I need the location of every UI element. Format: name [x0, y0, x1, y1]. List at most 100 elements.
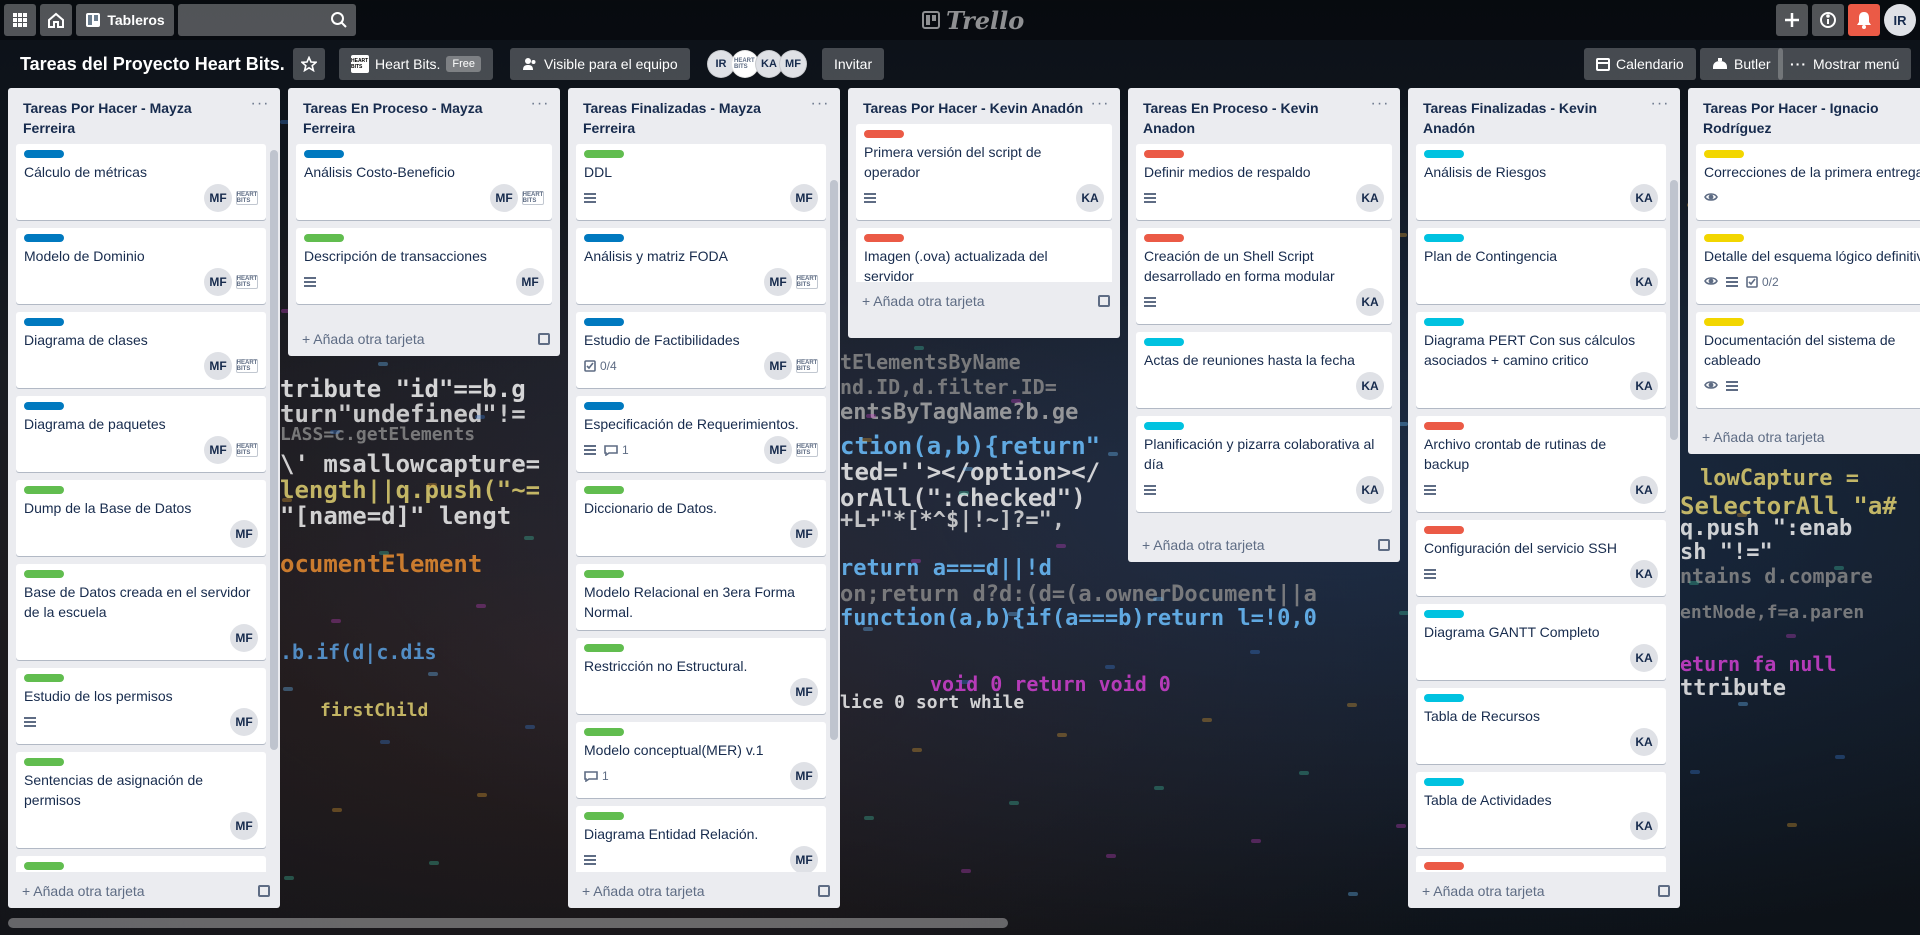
card-label[interactable]: [304, 234, 344, 242]
notifications-button[interactable]: [1848, 4, 1880, 36]
card[interactable]: Primera versión del script de operador KA: [856, 124, 1112, 220]
card-member-avatar[interactable]: MF: [764, 436, 792, 464]
list-title[interactable]: Tareas Por Hacer - Kevin Anadón: [848, 88, 1120, 124]
card[interactable]: Diagrama de paquetes MF HEART BITS: [16, 396, 266, 472]
card-label[interactable]: [304, 150, 344, 158]
card[interactable]: Base de Datos creada en el servidor de l…: [16, 564, 266, 660]
card-template-icon[interactable]: [258, 885, 270, 897]
card-member-avatar[interactable]: MF: [790, 846, 818, 872]
card-member-avatar[interactable]: KA: [1630, 476, 1658, 504]
card-member-avatar[interactable]: MF: [204, 184, 232, 212]
list-title[interactable]: Tareas En Proceso - Mayza Ferreira: [288, 88, 560, 144]
card[interactable]: Análisis de Riesgos KA: [1416, 144, 1666, 220]
apps-button[interactable]: [4, 4, 36, 36]
card-member-avatar[interactable]: KA: [1356, 184, 1384, 212]
card-member-avatar[interactable]: KA: [1630, 268, 1658, 296]
invite-button[interactable]: Invitar: [822, 48, 885, 80]
card-label[interactable]: [1424, 778, 1464, 786]
list-scrollbar[interactable]: [1670, 180, 1678, 440]
card[interactable]: Modelo conceptual(MER) v.1 1 MF: [576, 722, 826, 798]
search-input[interactable]: [178, 4, 356, 36]
card[interactable]: Especificación de Requerimientos. 1 MF HEAR…: [576, 396, 826, 472]
card[interactable]: Documentación del sistema de cableado: [1696, 312, 1920, 408]
visibility-button[interactable]: Visible para el equipo: [510, 48, 690, 80]
list-menu-icon[interactable]: ···: [1368, 94, 1392, 118]
card-label[interactable]: [864, 234, 904, 242]
list-title[interactable]: Tareas En Proceso - Kevin Anadon: [1128, 88, 1400, 144]
list-title[interactable]: Tareas Finalizadas - Kevin Anadón: [1408, 88, 1680, 144]
card[interactable]: Tabla de Recursos KA: [1416, 688, 1666, 764]
card-member-avatar[interactable]: KA: [1076, 184, 1104, 212]
card-template-icon[interactable]: [1098, 295, 1110, 307]
card[interactable]: Plan de Contingencia KA: [1416, 228, 1666, 304]
team-button[interactable]: HEART BITS Heart Bits. Free: [339, 48, 493, 80]
card-label[interactable]: [1144, 422, 1184, 430]
butler-button[interactable]: Butler: [1700, 48, 1783, 80]
card-template-icon[interactable]: [538, 333, 550, 345]
card-member-avatar[interactable]: MF: [790, 520, 818, 548]
add-card-button[interactable]: + Añada otra tarjeta: [1408, 872, 1680, 910]
card[interactable]: Diagrama PERT Con sus cálculos asociados…: [1416, 312, 1666, 408]
card-member-avatar[interactable]: KA: [1630, 560, 1658, 588]
card-label[interactable]: [1424, 526, 1464, 534]
card-label[interactable]: [584, 150, 624, 158]
card-label[interactable]: [24, 402, 64, 410]
card[interactable]: Datos de prueba cargadosMF: [16, 856, 266, 872]
card-member-avatar[interactable]: MF: [790, 762, 818, 790]
card[interactable]: Definir medios de respaldo KA: [1136, 144, 1392, 220]
star-button[interactable]: [293, 48, 325, 80]
card[interactable]: Diccionario de Datos. MF: [576, 480, 826, 556]
card-label[interactable]: [1144, 234, 1184, 242]
card-label[interactable]: [24, 570, 64, 578]
card-label[interactable]: [1704, 150, 1744, 158]
card-member-avatar[interactable]: MF: [204, 352, 232, 380]
card-label[interactable]: [1424, 694, 1464, 702]
card[interactable]: Análisis Costo-Beneficio MF HEART BITS: [296, 144, 552, 220]
card-member-avatar[interactable]: KA: [1356, 476, 1384, 504]
list-menu-icon[interactable]: ···: [1088, 94, 1112, 118]
card-member-avatar[interactable]: KA: [1630, 372, 1658, 400]
card-label[interactable]: [1424, 610, 1464, 618]
card[interactable]: Cálculo de métricas MF HEART BITS: [16, 144, 266, 220]
boards-button[interactable]: Tableros: [76, 4, 174, 36]
card-label[interactable]: [1424, 422, 1464, 430]
card-label[interactable]: [1704, 234, 1744, 242]
card-member-avatar[interactable]: KA: [1630, 184, 1658, 212]
card-member-avatar[interactable]: KA: [1630, 812, 1658, 840]
card-label[interactable]: [24, 150, 64, 158]
card-label[interactable]: [1424, 318, 1464, 326]
card[interactable]: Estudio de los permisos MF: [16, 668, 266, 744]
card-member-avatar[interactable]: MF: [516, 268, 544, 296]
card[interactable]: Actas de reuniones hasta la fecha KA: [1136, 332, 1392, 408]
list-menu-icon[interactable]: ···: [248, 94, 272, 118]
card[interactable]: Diagrama de clases MF HEART BITS: [16, 312, 266, 388]
home-button[interactable]: [40, 4, 72, 36]
card-member-avatar[interactable]: MF: [230, 624, 258, 652]
card[interactable]: Imagen (.ova) del servidor instaladoKA: [1416, 856, 1666, 872]
card-label[interactable]: [1424, 234, 1464, 242]
card-member-avatar[interactable]: KA: [1356, 288, 1384, 316]
add-card-button[interactable]: + Añada otra tarjeta: [288, 320, 560, 358]
card[interactable]: Correcciones de la primera entrega: [1696, 144, 1920, 220]
card-member-avatar[interactable]: KA: [1630, 644, 1658, 672]
card-label[interactable]: [24, 674, 64, 682]
horizontal-scrollbar[interactable]: [8, 918, 1008, 928]
list-scrollbar[interactable]: [270, 150, 278, 750]
card-member-avatar[interactable]: MF: [230, 812, 258, 840]
card-member-avatar[interactable]: MF: [790, 184, 818, 212]
member-avatar-mf[interactable]: MF: [779, 50, 807, 78]
card[interactable]: Diagrama GANTT Completo KA: [1416, 604, 1666, 680]
list-scrollbar[interactable]: [830, 180, 838, 740]
card-label[interactable]: [584, 644, 624, 652]
card[interactable]: Sentencias de asignación de permisos MF: [16, 752, 266, 848]
card-label[interactable]: [584, 234, 624, 242]
card[interactable]: Configuración del servicio SSH KA: [1416, 520, 1666, 596]
card-label[interactable]: [584, 318, 624, 326]
card-member-avatar[interactable]: MF: [764, 352, 792, 380]
card-label[interactable]: [584, 570, 624, 578]
info-button[interactable]: [1812, 4, 1844, 36]
card-member-avatar[interactable]: MF: [204, 268, 232, 296]
add-card-button[interactable]: + Añada otra tarjeta: [568, 872, 840, 910]
user-avatar[interactable]: IR: [1884, 4, 1916, 36]
card-member-avatar[interactable]: MF: [204, 436, 232, 464]
